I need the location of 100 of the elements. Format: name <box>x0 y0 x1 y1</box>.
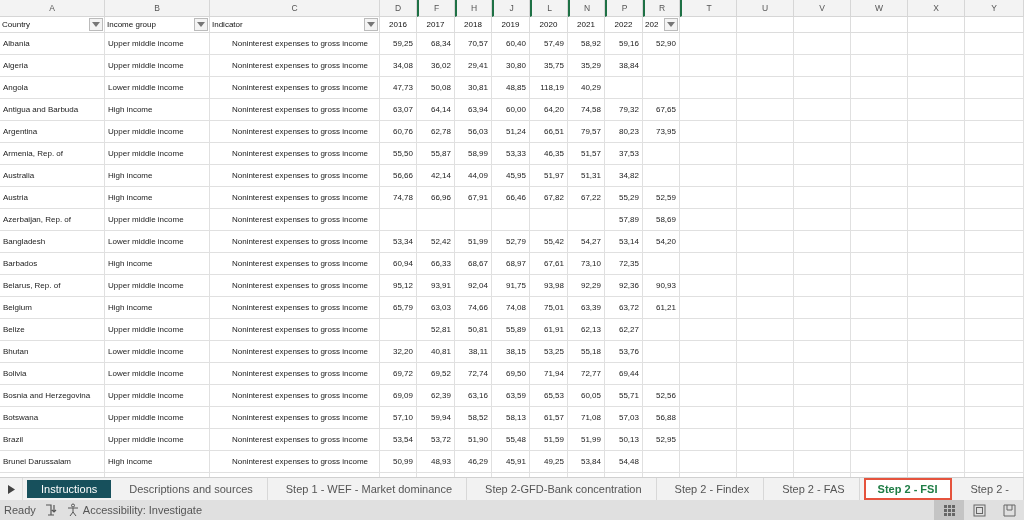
column-header[interactable]: V <box>794 0 851 17</box>
table-cell: 55,89 <box>492 319 530 341</box>
table-cell: 56,03 <box>455 121 492 143</box>
table-cell: 62,27 <box>605 319 643 341</box>
table-cell: Argentina <box>0 121 105 143</box>
column-header[interactable]: P <box>605 0 643 17</box>
table-cell: 79,57 <box>568 121 605 143</box>
table-cell <box>680 319 737 341</box>
table-cell: 54,48 <box>605 451 643 473</box>
table-cell <box>794 121 851 143</box>
table-cell: 67,22 <box>568 187 605 209</box>
table-cell: 51,99 <box>568 429 605 451</box>
table-cell: 34,82 <box>605 165 643 187</box>
table-cell: 38,15 <box>492 341 530 363</box>
column-header[interactable]: D <box>380 0 417 17</box>
column-header[interactable]: Y <box>965 0 1024 17</box>
table-cell: 50,08 <box>417 77 455 99</box>
column-header[interactable]: B <box>105 0 210 17</box>
table-cell: 80,23 <box>605 121 643 143</box>
column-header[interactable]: N <box>568 0 605 17</box>
macro-icon[interactable] <box>43 503 58 517</box>
table-cell: 58,13 <box>492 407 530 429</box>
table-cell: 69,50 <box>492 363 530 385</box>
table-cell <box>380 209 417 231</box>
column-header[interactable]: F <box>417 0 455 17</box>
table-cell: 60,76 <box>380 121 417 143</box>
filter-button[interactable] <box>194 18 208 31</box>
table-cell: 72,74 <box>455 363 492 385</box>
table-cell <box>680 99 737 121</box>
table-cell: 57,49 <box>530 33 568 55</box>
column-header[interactable]: A <box>0 0 105 17</box>
table-cell <box>680 209 737 231</box>
table-cell <box>737 451 794 473</box>
table-cell: Belarus, Rep. of <box>0 275 105 297</box>
column-header[interactable]: T <box>680 0 737 17</box>
table-cell <box>737 319 794 341</box>
table-cell <box>737 385 794 407</box>
column-header[interactable]: X <box>908 0 965 17</box>
table-cell <box>737 77 794 99</box>
normal-view-button[interactable] <box>934 500 964 520</box>
table-cell: Upper middle income <box>105 275 210 297</box>
table-cell: 35,29 <box>568 55 605 77</box>
header-cell: 202 <box>645 20 659 29</box>
table-cell <box>965 429 1024 451</box>
sheet-tab[interactable]: Step 2 - FSI <box>863 478 953 500</box>
table-cell: 72,35 <box>605 253 643 275</box>
column-header[interactable]: J <box>492 0 530 17</box>
table-cell <box>680 55 737 77</box>
column-header[interactable]: U <box>737 0 794 17</box>
table-cell <box>737 99 794 121</box>
table-cell: 65,53 <box>530 385 568 407</box>
sheet-tab[interactable]: Instructions <box>27 480 112 498</box>
table-cell: 74,66 <box>455 297 492 319</box>
table-cell <box>851 407 908 429</box>
table-cell: 93,91 <box>417 275 455 297</box>
table-cell <box>851 363 908 385</box>
table-cell <box>794 187 851 209</box>
column-header[interactable]: C <box>210 0 380 17</box>
table-cell: 60,00 <box>492 99 530 121</box>
filter-button[interactable] <box>664 18 678 31</box>
table-cell <box>965 319 1024 341</box>
table-cell: Noninterest expenses to gross income <box>210 319 380 341</box>
table-cell: Noninterest expenses to gross income <box>210 275 380 297</box>
table-cell <box>794 297 851 319</box>
table-cell <box>908 187 965 209</box>
table-cell: 63,94 <box>455 99 492 121</box>
accessibility-status[interactable]: Accessibility: Investigate <box>82 504 202 516</box>
table-cell: Noninterest expenses to gross income <box>210 297 380 319</box>
table-cell: 72,77 <box>568 363 605 385</box>
table-cell: 92,29 <box>568 275 605 297</box>
table-cell <box>851 451 908 473</box>
table-cell <box>737 429 794 451</box>
column-header[interactable]: W <box>851 0 908 17</box>
table-cell: 45,91 <box>492 451 530 473</box>
table-cell: 37,53 <box>605 143 643 165</box>
table-cell <box>794 429 851 451</box>
column-header[interactable]: L <box>530 0 568 17</box>
table-cell: 61,21 <box>643 297 680 319</box>
page-icon <box>972 503 986 517</box>
header-cell: Indicator <box>212 20 243 29</box>
table-cell <box>643 77 680 99</box>
filter-button[interactable] <box>89 18 103 31</box>
table-cell <box>908 121 965 143</box>
table-cell: 69,09 <box>380 385 417 407</box>
table-cell <box>908 341 965 363</box>
table-cell <box>680 121 737 143</box>
column-header[interactable]: H <box>455 0 492 17</box>
table-cell: 53,14 <box>605 231 643 253</box>
header-cell: 2022 <box>605 17 643 33</box>
table-cell <box>737 55 794 77</box>
table-cell <box>643 341 680 363</box>
column-header[interactable]: R <box>643 0 680 17</box>
table-cell: 51,24 <box>492 121 530 143</box>
table-cell: 51,59 <box>530 429 568 451</box>
table-cell: 55,42 <box>530 231 568 253</box>
table-cell: 56,66 <box>380 165 417 187</box>
table-cell <box>680 33 737 55</box>
accessibility-icon[interactable] <box>65 503 80 517</box>
filter-button[interactable] <box>364 18 378 31</box>
table-cell <box>908 209 965 231</box>
